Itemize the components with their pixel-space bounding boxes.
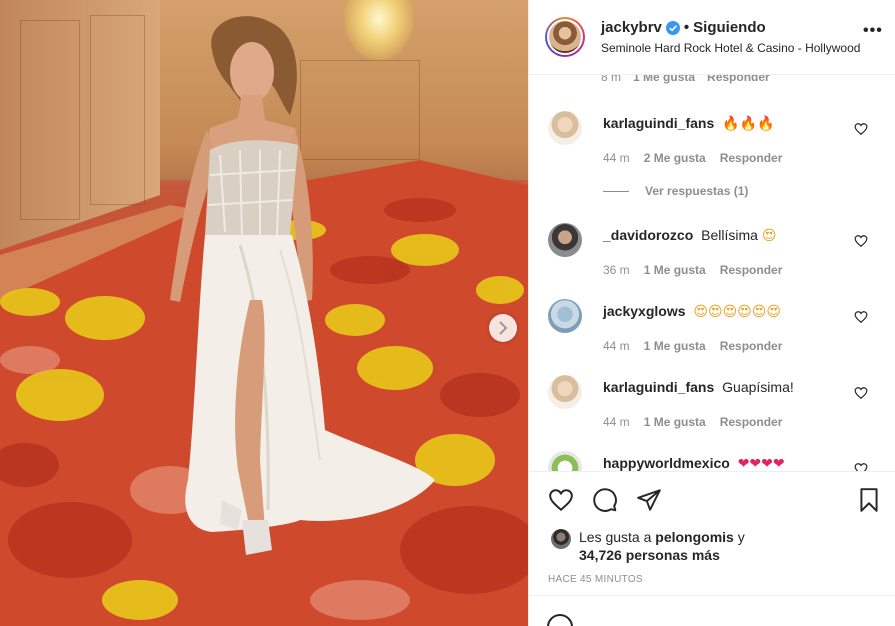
view-replies-button[interactable]: Ver respuestas (1) — [603, 184, 748, 198]
follow-status-button[interactable]: Siguiendo — [693, 19, 766, 36]
comment-likes[interactable]: 1 Me gusta — [644, 263, 706, 277]
comment-likes[interactable]: 1 Me gusta — [644, 339, 706, 353]
view-replies-label: Ver respuestas (1) — [645, 184, 749, 198]
post-actions: Les gusta a pelongomis y 34,726 personas… — [529, 471, 895, 626]
chevron-right-icon — [499, 321, 508, 335]
comment-time: 44 m — [603, 151, 630, 165]
header-separator: • — [683, 19, 690, 36]
comment-time: 44 m — [603, 339, 630, 353]
liker-avatar[interactable] — [551, 529, 571, 549]
comments-list[interactable]: 8 m 1 Me gusta Responder karlaguindi_fan… — [529, 75, 895, 471]
comment-reply-button[interactable]: Responder — [707, 75, 770, 84]
comment-item: happyworldmexico ❤❤❤❤ — [529, 451, 895, 471]
comment-like-heart-icon[interactable] — [854, 122, 868, 136]
post-timestamp[interactable]: HACE 45 MINUTOS — [548, 574, 643, 585]
comment-avatar[interactable] — [548, 223, 582, 257]
comment-like-heart-icon[interactable] — [854, 310, 868, 324]
likes-and: y — [737, 529, 745, 545]
liker-username[interactable]: pelongomis — [655, 529, 734, 545]
comment-text: _davidorozco Bellísima 😍 — [603, 227, 776, 244]
comment-reply-button[interactable]: Responder — [720, 415, 783, 429]
post-side-panel: jackybrv • Siguiendo Seminole Hard Rock … — [528, 0, 895, 626]
author-username[interactable]: jackybrv — [601, 19, 662, 36]
comment-text: happyworldmexico ❤❤❤❤ — [603, 455, 785, 471]
comment-item: jackyxglows 😍😍😍😍😍😍 44 m 1 Me gusta Respo… — [529, 299, 895, 371]
bookmark-icon[interactable] — [856, 487, 882, 513]
comment-avatar[interactable] — [548, 299, 582, 333]
comment-emoji: ❤❤❤❤ — [737, 456, 785, 471]
likes-prefix: Les gusta a — [579, 529, 652, 545]
comment-username[interactable]: _davidorozco — [603, 227, 693, 243]
photo-figure — [170, 16, 435, 555]
carousel-next-button[interactable] — [489, 314, 517, 342]
author-line: jackybrv • Siguiendo — [601, 19, 766, 36]
comment-meta: 44 m 2 Me gusta Responder — [603, 151, 782, 165]
clipped-comment-meta: 8 m 1 Me gusta Responder — [601, 75, 770, 84]
post-header: jackybrv • Siguiendo Seminole Hard Rock … — [529, 0, 895, 75]
comment-likes[interactable]: 1 Me gusta — [633, 75, 695, 84]
more-options-icon[interactable]: ••• — [863, 22, 883, 40]
comment-meta: 44 m 1 Me gusta Responder — [603, 339, 782, 353]
comment-like-heart-icon[interactable] — [854, 234, 868, 248]
comment-time: 44 m — [603, 415, 630, 429]
comment-like-heart-icon[interactable] — [854, 462, 868, 471]
comment-username[interactable]: karlaguindi_fans — [603, 379, 714, 395]
comment-avatar[interactable] — [548, 375, 582, 409]
emoji-picker-icon[interactable] — [547, 614, 573, 626]
comment-body: Guapísima! — [722, 379, 794, 395]
comment-emoji: 🔥🔥🔥 — [722, 116, 775, 132]
likes-text: Les gusta a pelongomis y 34,726 personas… — [579, 528, 745, 564]
comment-time: 8 m — [601, 75, 622, 84]
likes-count-link[interactable]: 34,726 personas más — [579, 547, 720, 563]
paper-plane-icon[interactable] — [636, 487, 662, 513]
comment-body: Bellísima — [701, 227, 758, 243]
comment-text: karlaguindi_fans 🔥🔥🔥 — [603, 115, 774, 132]
comment-text: jackyxglows 😍😍😍😍😍😍 — [603, 303, 781, 320]
comment-item: karlaguindi_fans Guapísima! 44 m 1 Me gu… — [529, 375, 895, 447]
comment-meta: 44 m 1 Me gusta Responder — [603, 415, 782, 429]
comment-item: _davidorozco Bellísima 😍 36 m 1 Me gusta… — [529, 223, 895, 295]
comment-username[interactable]: happyworldmexico — [603, 455, 730, 471]
comment-item: karlaguindi_fans 🔥🔥🔥 44 m 2 Me gusta Res… — [529, 111, 895, 183]
location-link[interactable]: Seminole Hard Rock Hotel & Casino - Holl… — [601, 41, 879, 55]
comment-avatar[interactable] — [548, 451, 582, 471]
add-comment-bar[interactable] — [529, 595, 895, 626]
comment-emoji: 😍😍😍😍😍😍 — [693, 304, 781, 320]
author-avatar[interactable] — [545, 17, 585, 57]
comment-likes[interactable]: 1 Me gusta — [644, 415, 706, 429]
comment-icon[interactable] — [592, 487, 618, 513]
comment-reply-button[interactable]: Responder — [720, 151, 783, 165]
comment-likes[interactable]: 2 Me gusta — [644, 151, 706, 165]
comment-username[interactable]: jackyxglows — [603, 303, 686, 319]
post-photo[interactable] — [0, 0, 528, 626]
comment-like-heart-icon[interactable] — [854, 386, 868, 400]
comment-meta: 36 m 1 Me gusta Responder — [603, 263, 782, 277]
comment-time: 36 m — [603, 263, 630, 277]
comment-reply-button[interactable]: Responder — [720, 339, 783, 353]
comment-username[interactable]: karlaguindi_fans — [603, 115, 714, 131]
replies-divider — [603, 190, 629, 192]
verified-badge-icon — [665, 20, 680, 35]
likes-summary: Les gusta a pelongomis y 34,726 personas… — [551, 528, 745, 564]
heart-icon[interactable] — [548, 487, 574, 513]
comment-avatar[interactable] — [548, 111, 582, 145]
comment-emoji: 😍 — [761, 228, 777, 244]
comment-text: karlaguindi_fans Guapísima! — [603, 379, 794, 395]
comment-reply-button[interactable]: Responder — [720, 263, 783, 277]
